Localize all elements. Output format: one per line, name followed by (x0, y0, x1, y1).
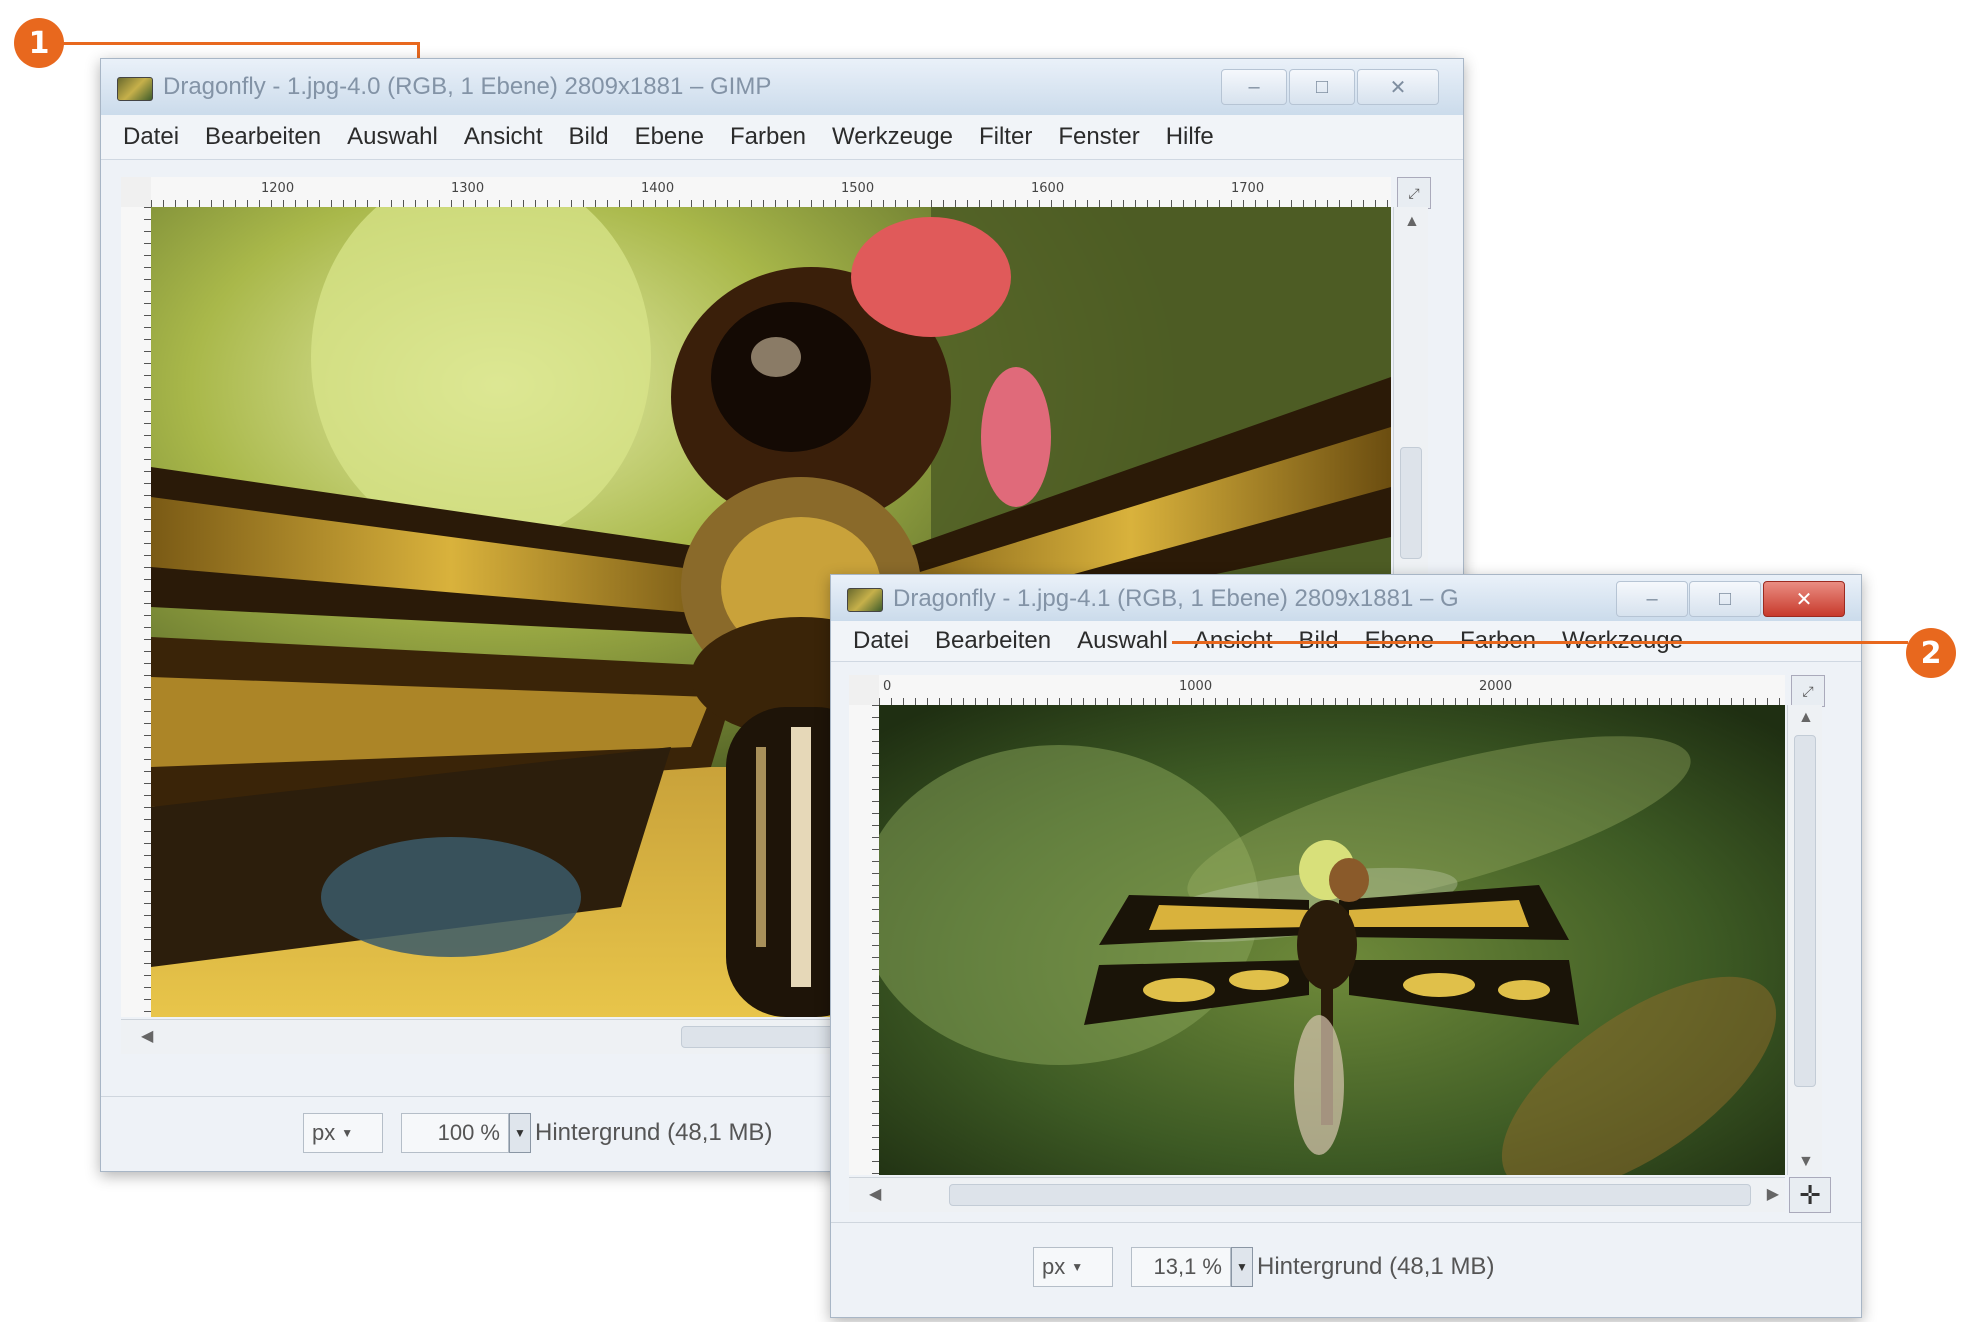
horizontal-scrollbar[interactable]: ◀ ▶ (849, 1177, 1785, 1212)
ruler-label: 1000 (1179, 679, 1213, 694)
vertical-ruler[interactable] (849, 705, 880, 1175)
window-title: Dragonfly - 1.jpg-4.0 (RGB, 1 Ebene) 280… (163, 73, 772, 100)
unit-value: px (312, 1120, 336, 1145)
chevron-down-icon: ▼ (341, 1126, 354, 1140)
title-bar[interactable]: Dragonfly - 1.jpg-4.1 (RGB, 1 Ebene) 280… (831, 575, 1861, 622)
menu-bar: Datei Bearbeiten Auswahl Ansicht Bild Eb… (101, 115, 1463, 160)
minimize-button[interactable]: – (1616, 581, 1688, 617)
ruler-label: 2000 (1479, 679, 1513, 694)
dragonfly-full-image (879, 705, 1785, 1175)
zoom-dropdown-button[interactable]: ▼ (509, 1113, 531, 1153)
menu-filter[interactable]: Filter (979, 123, 1032, 151)
maximize-button[interactable]: □ (1689, 581, 1761, 617)
callout-badge-1: 1 (14, 18, 64, 68)
scroll-up-arrow-icon[interactable]: ▲ (1404, 213, 1420, 231)
chevron-down-icon: ▼ (514, 1126, 526, 1140)
zoom-value: 100 % (437, 1120, 500, 1145)
gimp-app-icon (117, 77, 153, 101)
ruler-corner[interactable] (121, 177, 152, 208)
title-bar[interactable]: Dragonfly - 1.jpg-4.0 (RGB, 1 Ebene) 280… (101, 59, 1463, 116)
unit-selector[interactable]: px ▼ (1033, 1247, 1113, 1287)
menu-bild[interactable]: Bild (569, 123, 609, 151)
close-icon: ✕ (1389, 76, 1407, 99)
maximize-icon: □ (1315, 75, 1329, 98)
callout-line-1 (62, 42, 420, 45)
quick-mask-toggle[interactable]: ⤢ (1791, 675, 1825, 707)
ruler-label: 1400 (641, 181, 675, 196)
menu-auswahl[interactable]: Auswahl (347, 123, 438, 151)
zoom-fit-icon: ⤢ (1802, 682, 1814, 699)
navigate-crosshair-icon: ✛ (1799, 1179, 1821, 1210)
vertical-scroll-thumb[interactable] (1400, 447, 1422, 559)
chevron-down-icon: ▼ (1236, 1260, 1248, 1274)
maximize-button[interactable]: □ (1289, 69, 1355, 105)
close-button[interactable]: ✕ (1763, 581, 1845, 617)
callout-line-2 (1172, 641, 1908, 644)
menu-bearbeiten[interactable]: Bearbeiten (205, 123, 321, 151)
scroll-down-arrow-icon[interactable]: ▼ (1798, 1153, 1814, 1171)
menu-ansicht[interactable]: Ansicht (464, 123, 543, 151)
zoom-fit-icon: ⤢ (1408, 184, 1420, 201)
layer-info: Hintergrund (48,1 MB) (1257, 1253, 1495, 1280)
menu-ebene[interactable]: Ebene (635, 123, 704, 151)
vertical-scrollbar[interactable]: ▲ ▼ (1787, 705, 1822, 1175)
minimize-icon: – (1248, 75, 1260, 98)
gimp-app-icon (847, 588, 883, 612)
scroll-left-arrow-icon[interactable]: ◀ (869, 1184, 881, 1204)
horizontal-scroll-thumb[interactable] (949, 1184, 1751, 1206)
image-canvas-full[interactable] (879, 705, 1785, 1175)
ruler-label: 1200 (261, 181, 295, 196)
menu-werkzeuge[interactable]: Werkzeuge (832, 123, 953, 151)
ruler-label: 1600 (1031, 181, 1065, 196)
quick-mask-toggle[interactable]: ⤢ (1397, 177, 1431, 209)
menu-hilfe[interactable]: Hilfe (1166, 123, 1214, 151)
minimize-button[interactable]: – (1221, 69, 1287, 105)
ruler-label: 1500 (841, 181, 875, 196)
minimize-icon: – (1646, 587, 1658, 610)
ruler-label: 0 (883, 679, 892, 694)
ruler-corner[interactable] (849, 675, 880, 706)
maximize-icon: □ (1718, 587, 1732, 610)
ruler-label: 1700 (1231, 181, 1265, 196)
unit-selector[interactable]: px ▼ (303, 1113, 383, 1153)
close-icon: ✕ (1795, 588, 1813, 611)
scroll-right-arrow-icon[interactable]: ▶ (1767, 1184, 1779, 1204)
zoom-dropdown-button[interactable]: ▼ (1231, 1247, 1253, 1287)
horizontal-ruler[interactable]: 1200 1300 1400 1500 1600 1700 (151, 177, 1391, 208)
gimp-window-front: Dragonfly - 1.jpg-4.1 (RGB, 1 Ebene) 280… (830, 574, 1862, 1318)
scroll-left-arrow-icon[interactable]: ◀ (141, 1026, 153, 1046)
zoom-field[interactable]: 100 % (401, 1113, 509, 1153)
menu-datei[interactable]: Datei (853, 627, 909, 655)
scroll-up-arrow-icon[interactable]: ▲ (1798, 709, 1814, 727)
menu-auswahl[interactable]: Auswahl (1077, 627, 1168, 655)
callout-badge-2: 2 (1906, 628, 1956, 678)
layer-info: Hintergrund (48,1 MB) (535, 1119, 773, 1146)
menu-datei[interactable]: Datei (123, 123, 179, 151)
vertical-scroll-thumb[interactable] (1794, 735, 1816, 1087)
unit-value: px (1042, 1254, 1066, 1279)
menu-farben[interactable]: Farben (730, 123, 806, 151)
zoom-field[interactable]: 13,1 % (1131, 1247, 1231, 1287)
status-bar: px ▼ 13,1 % ▼ Hintergrund (48,1 MB) (831, 1222, 1861, 1317)
vertical-ruler[interactable] (121, 207, 152, 1017)
navigate-button[interactable]: ✛ (1789, 1177, 1831, 1213)
window-title: Dragonfly - 1.jpg-4.1 (RGB, 1 Ebene) 280… (893, 585, 1459, 612)
menu-fenster[interactable]: Fenster (1058, 123, 1139, 151)
close-button[interactable]: ✕ (1357, 69, 1439, 105)
chevron-down-icon: ▼ (1071, 1260, 1084, 1274)
zoom-value: 13,1 % (1153, 1254, 1223, 1279)
ruler-label: 1300 (451, 181, 485, 196)
menu-bearbeiten[interactable]: Bearbeiten (935, 627, 1051, 655)
horizontal-ruler[interactable]: 0 1000 2000 (879, 675, 1785, 706)
